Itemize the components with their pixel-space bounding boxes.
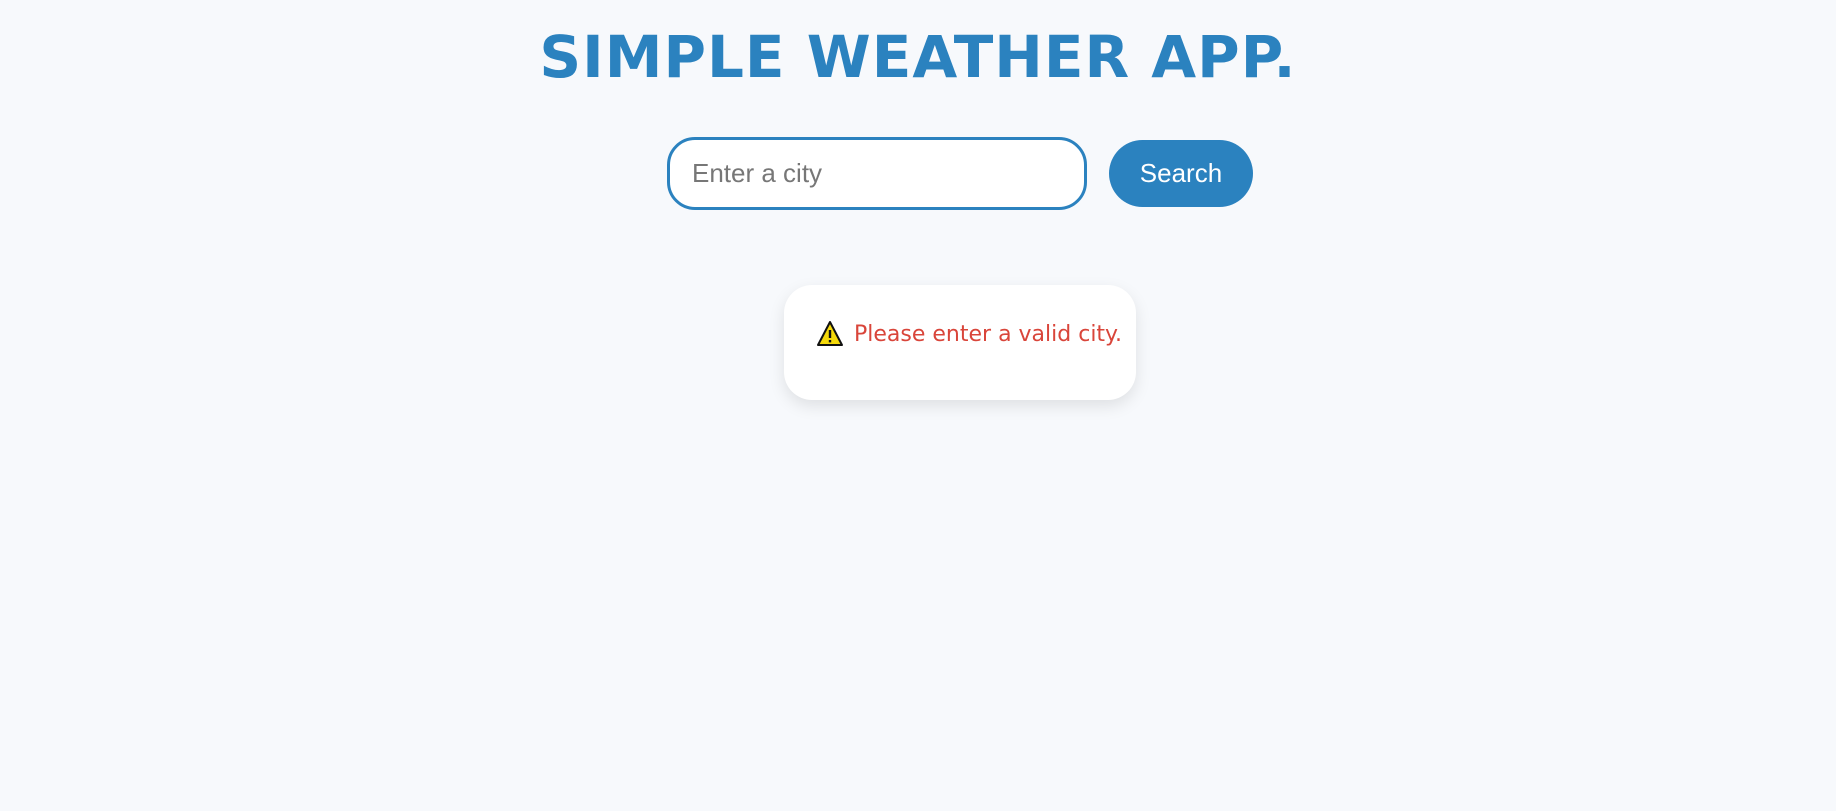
result-card: Please enter a valid city.: [784, 285, 1136, 400]
search-button[interactable]: Search: [1109, 140, 1253, 207]
error-message-row: Please enter a valid city.: [816, 319, 1122, 349]
warning-icon: [816, 320, 844, 348]
city-search-input[interactable]: [667, 137, 1087, 210]
page-title: SIMPLE WEATHER APP.: [539, 23, 1297, 91]
search-bar: Search: [0, 137, 1836, 211]
weather-app: SIMPLE WEATHER APP. Search Please enter …: [0, 0, 1836, 811]
error-message: Please enter a valid city.: [854, 321, 1122, 347]
